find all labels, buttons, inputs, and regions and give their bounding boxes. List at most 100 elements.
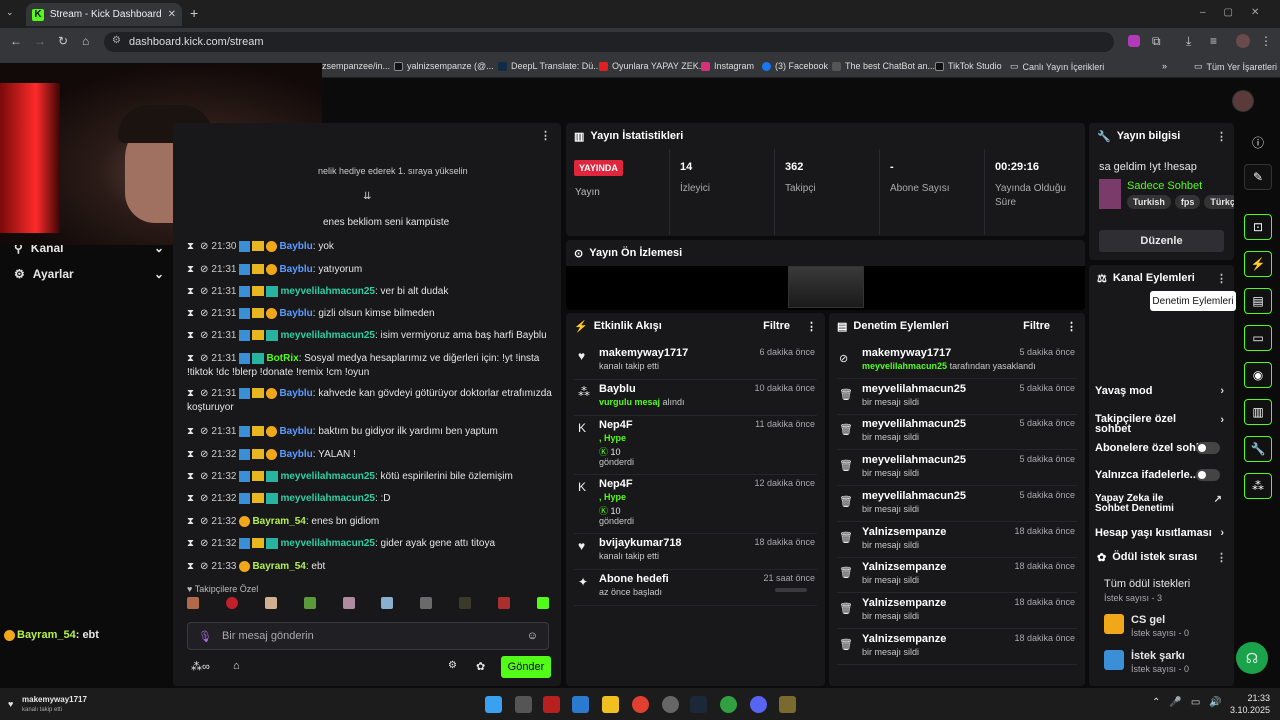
window-controls[interactable]: –▢✕ [1200,7,1277,18]
store-icon[interactable]: ⌂ [233,660,240,672]
emote-icon[interactable] [225,597,238,609]
emote-icon[interactable] [381,597,394,609]
edit-button[interactable]: Düzenle [1099,230,1224,252]
site-info-icon[interactable]: ⚙ [112,35,121,46]
stats-icon[interactable]: ▥ [1244,399,1272,425]
chat-tools-icon[interactable]: ⁂∞ [191,660,210,673]
moderation-menu-icon[interactable]: ⋮ [1066,320,1077,333]
steam-icon[interactable] [690,696,707,713]
bookmark[interactable]: DeepL Translate: Dü... [498,61,601,71]
all-rewards-link[interactable]: Tüm ödül istekleri [1104,578,1190,590]
menu-icon[interactable]: ⋮ [1260,34,1272,48]
delete-icon[interactable]: ⊘ [200,516,208,527]
activity-item[interactable]: ✦ Abone hedefi 21 saat önce az önce başladı [574,570,817,606]
apps-icon[interactable]: ⁂ [1244,473,1272,499]
start-icon[interactable] [485,696,502,713]
chat-username[interactable]: Bayram_54 [252,561,305,572]
moderation-item[interactable]: ⊘ makemyway1717 5 dakika önce meyvelilahmac… [837,344,1077,379]
emote-icon[interactable] [264,597,277,609]
wrench-icon[interactable]: 🔧 [1244,436,1272,462]
chat-username[interactable]: Bayblu [279,388,312,399]
emote-icon[interactable] [459,597,472,609]
chat-username[interactable]: meyvelilahmacun25 [280,286,375,297]
moderation-filter-button[interactable]: Filtre [1023,320,1050,332]
emote-icon[interactable] [303,597,316,609]
chrome-icon[interactable] [632,696,649,713]
chat-username[interactable]: Bayblu [279,308,312,319]
lightning-icon[interactable]: ⚡ [1244,251,1272,277]
bookmark[interactable]: The best ChatBot an... [832,61,935,71]
chat-settings-icon[interactable]: ⚙ [448,660,457,671]
chat-username[interactable]: Bayblu [279,264,312,275]
moderation-item[interactable]: 🗑 meyvelilahmacun25 5 dakika önce bir mesaj… [837,487,1077,522]
edit-icon[interactable]: ✎ [1244,164,1272,190]
extension-icon[interactable] [1128,35,1140,47]
activity-item[interactable]: ⁂ Bayblu 10 dakika önce vurgulu mesaj alınd… [574,380,817,416]
rewards-icon[interactable]: ✿ [476,660,485,673]
new-tab-icon[interactable]: + [190,5,198,21]
delete-icon[interactable]: ⊘ [200,388,208,399]
moderation-item[interactable]: 🗑 meyvelilahmacun25 5 dakika önce bir mesaj… [837,380,1077,415]
back-icon[interactable]: ← [10,34,22,48]
emote-icon[interactable] [342,597,355,609]
emoji-icon[interactable]: ☺ [527,630,538,642]
bookmark[interactable]: Oyunlara YAPAY ZEK... [599,61,706,71]
pin-icon[interactable]: ⧗ [187,241,194,252]
activity-filter-button[interactable]: Filtre [763,320,790,332]
channel-action-item[interactable]: Yapay Zeka ile Sohbet Denetimi ↗ [1095,494,1224,514]
send-button[interactable]: Gönder [501,656,551,678]
chat-username[interactable]: meyvelilahmacun25 [280,493,375,504]
delete-icon[interactable]: ⊘ [200,330,208,341]
tag[interactable]: Turkish [1127,195,1171,209]
chat-bubble-icon[interactable]: ▭ [1244,325,1272,351]
task-view-icon[interactable] [515,696,532,713]
pin-icon[interactable]: ⧗ [187,449,194,460]
emote-icon[interactable] [420,597,433,609]
chat-menu-icon[interactable]: ⋮ [540,129,551,142]
system-tray-icons[interactable]: ⌃🎤▭🔊 [1152,697,1231,708]
user-avatar[interactable] [1232,90,1254,112]
chat-username[interactable]: meyvelilahmacun25 [280,330,375,341]
channel-action-item[interactable]: Yalnızca ifadelerle... [1095,469,1224,481]
delete-icon[interactable]: ⊘ [200,308,208,319]
rewards-menu-icon[interactable]: ⋮ [1216,551,1227,564]
app-icon[interactable] [779,696,796,713]
delete-icon[interactable]: ⊘ [200,264,208,275]
pin-icon[interactable]: ⧗ [187,516,194,527]
bookmark[interactable]: zsempanzee/in... [322,61,390,71]
activity-menu-icon[interactable]: ⋮ [806,320,817,333]
more-bookmarks-icon[interactable]: » [1162,61,1167,71]
moderation-item[interactable]: 🗑 Yalnizsempanze 18 dakika önce bir mesajı … [837,594,1077,629]
broadcast-icon[interactable]: ◉ [1244,362,1272,388]
bookmark[interactable]: yalnizsempanze (@... [394,61,494,71]
chat-input[interactable]: 🎙 Bir mesaj gönderin ☺ [187,622,549,650]
chat-username[interactable]: Bayblu [279,449,312,460]
delete-icon[interactable]: ⊘ [200,449,208,460]
delete-icon[interactable]: ⊘ [200,286,208,297]
fullscreen-icon[interactable]: ⊡ [1244,214,1272,240]
channel-action-item[interactable]: Yavaş mod › [1095,385,1224,397]
file-explorer-icon[interactable] [602,696,619,713]
bookmark-folder[interactable]: ▭ Canlı Yayın İçerikleri [1010,61,1104,72]
close-tab-icon[interactable]: ✕ [168,9,176,20]
toggle-switch[interactable] [1196,469,1220,481]
app-icon[interactable] [662,696,679,713]
emote-icon[interactable] [187,597,199,609]
delete-icon[interactable]: ⊘ [200,426,208,437]
channel-action-item[interactable]: Hesap yaşı kısıtlaması › [1095,527,1224,539]
tag[interactable]: Türkç [1204,195,1234,209]
profile-avatar[interactable] [1236,34,1250,48]
forward-icon[interactable]: → [34,34,46,48]
channel-actions-menu-icon[interactable]: ⋮ [1216,272,1227,285]
chat-username[interactable]: BotRix [266,353,298,364]
activity-item[interactable]: K Nep4F 11 dakika önce , Hype Ⓚ 10 gönderdi [574,416,817,475]
delete-icon[interactable]: ⊘ [200,538,208,549]
emote-icon[interactable] [536,597,549,609]
support-headset-icon[interactable]: ☊ [1236,642,1268,674]
chrome-icon[interactable] [720,696,737,713]
pin-icon[interactable]: ⧗ [187,471,194,482]
delete-icon[interactable]: ⊘ [200,471,208,482]
info-icon[interactable]: ⓘ [1252,134,1264,151]
pin-icon[interactable]: ⧗ [187,353,194,364]
pin-icon[interactable]: ⧗ [187,286,194,297]
